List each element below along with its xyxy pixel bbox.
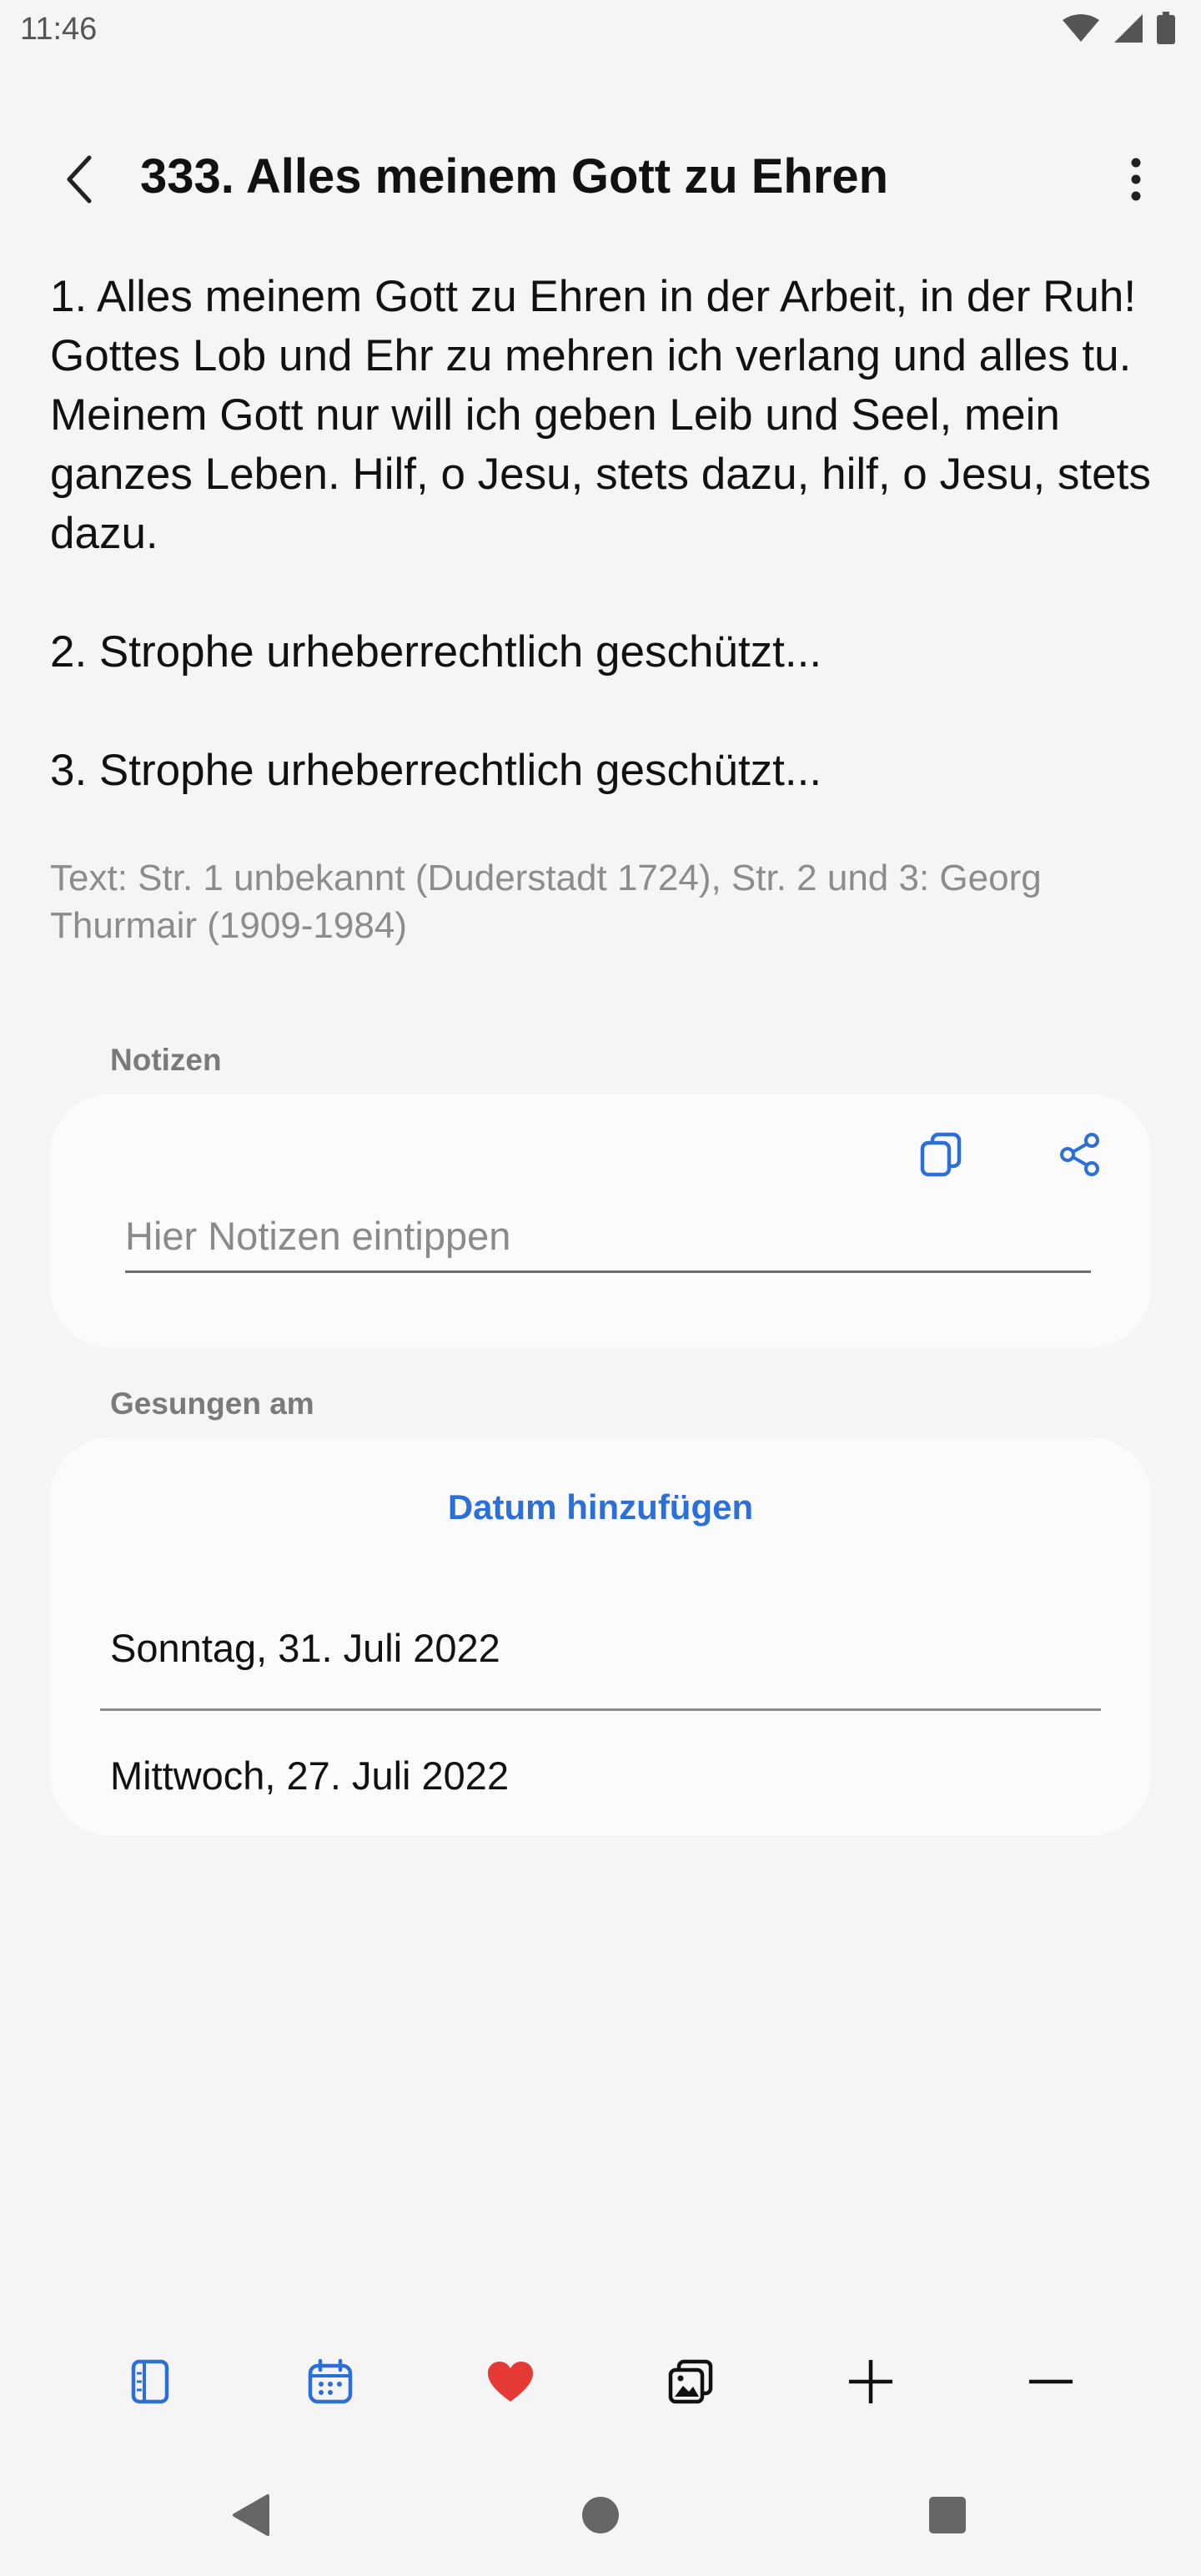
nav-recents-button[interactable] — [914, 2482, 981, 2548]
status-time: 11:46 — [20, 12, 98, 47]
calendar-icon — [308, 2358, 353, 2404]
notes-input[interactable] — [125, 1210, 1091, 1273]
copy-icon — [920, 1132, 962, 1177]
chevron-left-icon — [67, 155, 92, 204]
status-icons — [1061, 12, 1176, 45]
sung-date-item[interactable]: Mittwoch, 27. Juli 2022 — [110, 1753, 509, 1799]
share-icon — [1060, 1133, 1099, 1176]
square-recents-icon — [929, 2497, 966, 2533]
back-button[interactable] — [50, 150, 108, 209]
gallery-button[interactable] — [653, 2344, 728, 2419]
more-options-button[interactable] — [1111, 150, 1161, 209]
sung-section-label: Gesungen am — [110, 1386, 314, 1421]
page-title: 333. Alles meinem Gott zu Ehren — [140, 149, 889, 204]
bottom-toolbar — [0, 2344, 1201, 2419]
circle-home-icon — [582, 2497, 619, 2533]
divider — [100, 1708, 1101, 1711]
wifi-icon — [1063, 14, 1099, 42]
triangle-back-icon — [233, 2494, 269, 2536]
lyrics-text: 1. Alles meinem Gott zu Ehren in der Arb… — [50, 267, 1168, 800]
book-icon — [131, 2359, 169, 2404]
heart-icon — [488, 2362, 533, 2402]
favorite-button[interactable] — [473, 2344, 548, 2419]
zoom-out-button[interactable] — [1013, 2344, 1088, 2419]
sung-date-item[interactable]: Sonntag, 31. Juli 2022 — [110, 1625, 500, 1671]
minus-icon — [1029, 2379, 1073, 2384]
more-vertical-icon — [1131, 158, 1141, 201]
gallery-icon — [668, 2359, 713, 2404]
add-date-button[interactable]: Datum hinzufügen — [50, 1487, 1151, 1527]
stanza-3: 3. Strophe urheberrechtlich geschützt... — [50, 746, 822, 795]
zoom-in-button[interactable] — [833, 2344, 908, 2419]
signal-icon — [1114, 14, 1143, 43]
battery-icon — [1157, 12, 1175, 44]
stanza-1: 1. Alles meinem Gott zu Ehren in der Arb… — [50, 272, 1151, 558]
notes-section-label: Notizen — [110, 1043, 222, 1077]
nav-back-button[interactable] — [217, 2482, 284, 2548]
nav-home-button[interactable] — [567, 2482, 634, 2548]
sung-dates-card: Datum hinzufügen Sonntag, 31. Juli 2022 … — [50, 1437, 1151, 1836]
notes-card — [50, 1094, 1151, 1347]
share-button[interactable] — [1047, 1121, 1113, 1188]
calendar-button[interactable] — [293, 2344, 368, 2419]
text-credit: Text: Str. 1 unbekannt (Duderstadt 1724)… — [50, 858, 1042, 946]
stanza-2: 2. Strophe urheberrechtlich geschützt... — [50, 627, 822, 677]
songbook-button[interactable] — [113, 2344, 188, 2419]
copy-button[interactable] — [907, 1121, 974, 1188]
plus-icon — [849, 2360, 892, 2403]
